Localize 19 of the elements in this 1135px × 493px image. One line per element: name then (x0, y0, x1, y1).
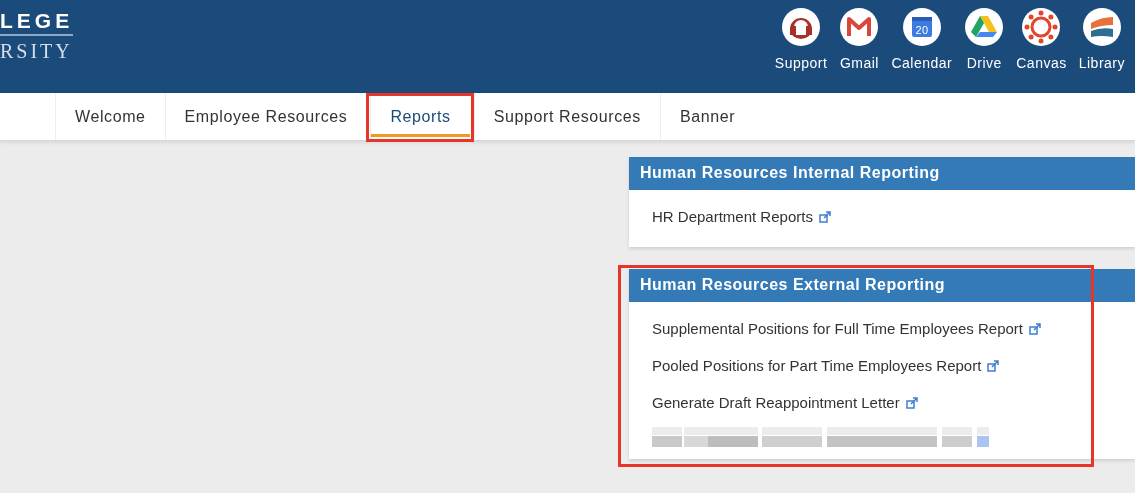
report-link[interactable]: Generate Draft Reappointment Letter (652, 384, 918, 421)
report-link[interactable]: Pooled Positions for Part Time Employees Report (652, 347, 1000, 384)
app-shortcut[interactable]: Gmail (833, 7, 886, 71)
nav-tab[interactable]: Welcome (55, 93, 165, 140)
app-shortcut[interactable]: Drive (958, 7, 1011, 71)
report-link[interactable]: HR Department Reports (652, 198, 831, 235)
panel-title: Human Resources Internal Reporting (629, 157, 1135, 190)
nav-tab[interactable]: Employee Resources (164, 93, 367, 140)
app-shortcut[interactable]: Support (768, 7, 834, 71)
app-shortcut[interactable]: Library (1072, 7, 1131, 71)
nav-tab[interactable]: Support Resources (473, 93, 660, 140)
app-shortcut[interactable]: Canvas (1010, 7, 1073, 71)
logo-text: LEGE (0, 10, 74, 36)
calendar-icon: 20 (901, 7, 942, 47)
panel-title: Human Resources External Reporting (629, 269, 1135, 302)
report-link[interactable]: Supplemental Positions for Full Time Employees Report (652, 310, 1041, 347)
nav-tab[interactable]: Banner (659, 93, 755, 140)
app-shortcut[interactable]: 20 Calendar (885, 7, 959, 71)
logo-text: RSITY (0, 40, 74, 63)
